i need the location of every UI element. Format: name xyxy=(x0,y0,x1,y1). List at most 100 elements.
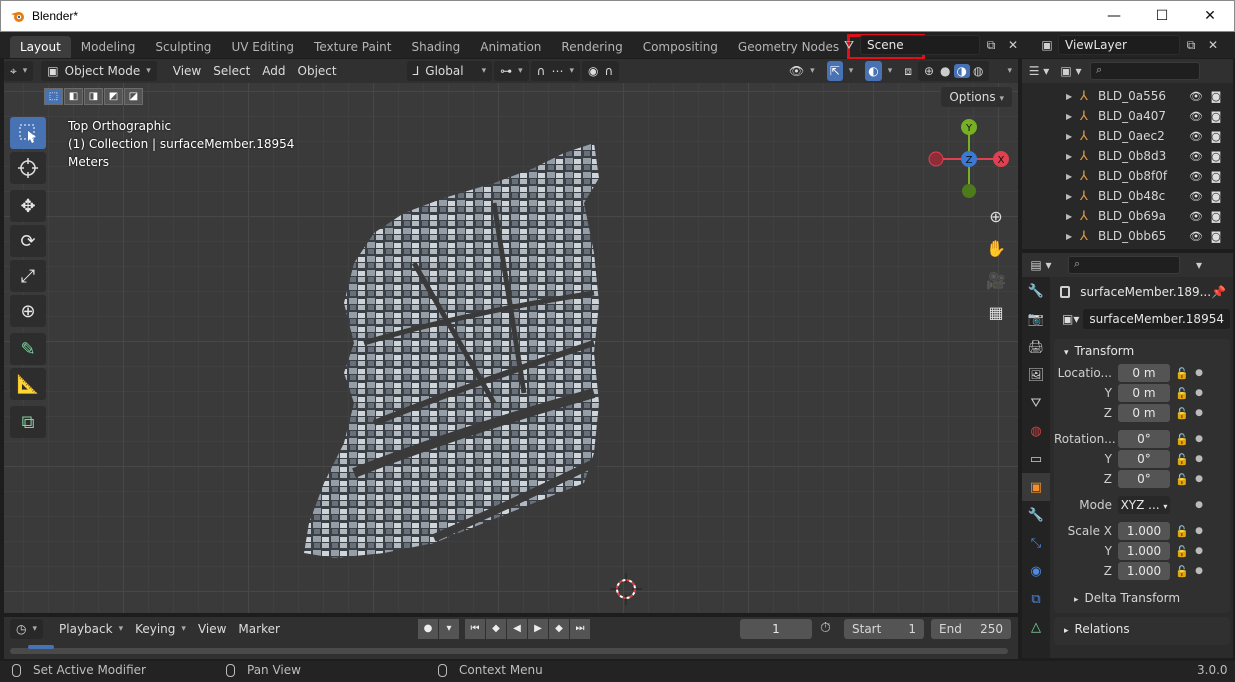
visibility-button[interactable]: 👁 ▾ xyxy=(783,61,821,81)
keyframe-dot-icon[interactable]: ● xyxy=(1194,368,1204,378)
camera-render-icon[interactable]: ◙ xyxy=(1206,110,1226,123)
world-tab-icon[interactable]: ◍ xyxy=(1022,417,1050,445)
data-tab-icon[interactable]: △ xyxy=(1022,613,1050,641)
gizmo-toggle[interactable]: ⇱ ▾ xyxy=(821,61,860,81)
eye-icon[interactable]: 👁 xyxy=(1186,130,1206,143)
camera-render-icon[interactable]: ◙ xyxy=(1206,130,1226,143)
lock-icon[interactable]: 🔓 xyxy=(1170,367,1194,380)
shading-options-dropdown[interactable]: ▾ xyxy=(995,61,1018,81)
location-y-field[interactable]: 0 m xyxy=(1118,384,1170,402)
tab-geometry-nodes[interactable]: Geometry Nodes xyxy=(728,36,849,58)
eye-icon[interactable]: 👁 xyxy=(1186,170,1206,183)
current-frame-field[interactable]: 1 xyxy=(740,619,812,639)
record-icon[interactable]: ● xyxy=(418,619,438,639)
expand-arrow-icon[interactable]: ▶ xyxy=(1066,192,1080,201)
expand-arrow-icon[interactable]: ▶ xyxy=(1066,152,1080,161)
location-z-field[interactable]: 0 m xyxy=(1118,404,1170,422)
view-layer-tab-icon[interactable]: 🖼 xyxy=(1022,361,1050,389)
options-dropdown[interactable]: Options ▾ xyxy=(941,87,1012,107)
object-tab-icon[interactable]: ▣ xyxy=(1022,473,1050,501)
new-view-layer-icon[interactable]: ⧉ xyxy=(1180,35,1202,55)
rotation-y-field[interactable]: 0° xyxy=(1118,450,1170,468)
add-cube-tool[interactable]: ⧉ xyxy=(10,406,46,438)
pivot-point-button[interactable]: ⊶ ▾ xyxy=(494,61,529,81)
eye-icon[interactable]: 👁 xyxy=(1186,150,1206,163)
lock-icon[interactable]: 🔓 xyxy=(1170,545,1194,558)
physics-tab-icon[interactable]: ◉ xyxy=(1022,557,1050,585)
lock-icon[interactable]: 🔓 xyxy=(1170,407,1194,420)
expand-arrow-icon[interactable]: ▶ xyxy=(1066,132,1080,141)
outliner-row[interactable]: ▶ ⅄ BLD_0b8f0f 👁 ◙ xyxy=(1022,166,1233,186)
tab-rendering[interactable]: Rendering xyxy=(551,36,632,58)
outliner-editor-type-icon[interactable]: ☰ ▾ xyxy=(1028,61,1050,81)
tab-animation[interactable]: Animation xyxy=(470,36,551,58)
proportional-edit-button[interactable]: ◉ ∩ xyxy=(581,61,620,81)
cursor-tool[interactable] xyxy=(10,152,46,184)
3d-viewport[interactable]: ⬚ ◧ ◨ ◩ ◪ Options ▾ Top Orthographic (1)… xyxy=(4,83,1018,613)
keyframe-dot-icon[interactable]: ● xyxy=(1194,434,1204,444)
scene-icon[interactable]: ⛛ xyxy=(838,35,860,55)
rotation-mode-dropdown[interactable]: XYZ ... ▾ xyxy=(1118,496,1170,514)
transform-orientation-dropdown[interactable]: ⅃ Global ▾ xyxy=(406,61,493,81)
prev-keyframe-icon[interactable]: ◆ xyxy=(486,619,506,639)
annotate-tool[interactable]: ✎ xyxy=(10,333,46,365)
next-keyframe-icon[interactable]: ◆ xyxy=(549,619,569,639)
menu-timeline-view[interactable]: View xyxy=(192,619,232,639)
lock-icon[interactable]: 🔓 xyxy=(1170,453,1194,466)
mode-dropdown[interactable]: ▣ Object Mode ▾ xyxy=(41,61,157,81)
object-browse-icon[interactable]: ▣▾ xyxy=(1062,312,1079,326)
delete-scene-icon[interactable]: ✕ xyxy=(1002,35,1024,55)
menu-view[interactable]: View xyxy=(167,61,207,81)
select-invert-icon[interactable]: ◩ xyxy=(104,88,123,105)
outliner-row[interactable]: ▶ ⅄ BLD_0b48c 👁 ◙ xyxy=(1022,186,1233,206)
camera-render-icon[interactable]: ◙ xyxy=(1206,170,1226,183)
stopwatch-icon[interactable]: ⏱ xyxy=(820,620,831,636)
expand-arrow-icon[interactable]: ▶ xyxy=(1066,92,1080,101)
tab-uv-editing[interactable]: UV Editing xyxy=(221,36,304,58)
collection-tab-icon[interactable]: ▭ xyxy=(1022,445,1050,473)
view-layer-name-field[interactable]: ViewLayer xyxy=(1058,35,1180,55)
output-tab-icon[interactable]: 🖨 xyxy=(1022,333,1050,361)
jump-end-icon[interactable]: ⏭ xyxy=(570,619,590,639)
camera-icon[interactable]: 🎥 xyxy=(983,267,1009,293)
wireframe-shading-icon[interactable]: ⊕ xyxy=(921,64,937,78)
tab-modeling[interactable]: Modeling xyxy=(71,36,146,58)
scale-x-field[interactable]: 1.000 xyxy=(1118,522,1170,540)
expand-arrow-icon[interactable]: ▶ xyxy=(1066,172,1080,181)
object-name-field[interactable]: surfaceMember.18954 xyxy=(1083,309,1230,329)
scale-tool[interactable]: ⤢ xyxy=(10,260,46,292)
delete-view-layer-icon[interactable]: ✕ xyxy=(1202,35,1224,55)
material-preview-shading-icon[interactable]: ◑ xyxy=(953,64,970,78)
editor-type-button[interactable]: ⌖ ▾ xyxy=(4,61,34,81)
keyframe-dot-icon[interactable]: ● xyxy=(1194,566,1204,576)
eye-icon[interactable]: 👁 xyxy=(1186,90,1206,103)
lock-icon[interactable]: 🔓 xyxy=(1170,525,1194,538)
pin-icon[interactable]: 📌 xyxy=(1211,285,1226,299)
jump-start-icon[interactable]: ⏮ xyxy=(465,619,485,639)
lock-icon[interactable]: 🔓 xyxy=(1170,387,1194,400)
play-icon[interactable]: ▶ xyxy=(528,619,548,639)
scene-name-field[interactable]: Scene xyxy=(860,35,980,55)
menu-select[interactable]: Select xyxy=(207,61,256,81)
eye-icon[interactable]: 👁 xyxy=(1186,190,1206,203)
rotation-z-field[interactable]: 0° xyxy=(1118,470,1170,488)
snap-button[interactable]: ∩ ⋯ ▾ xyxy=(530,61,580,81)
constraints-tab-icon[interactable]: ⧉ xyxy=(1022,585,1050,613)
view-layer-icon[interactable]: ▣ xyxy=(1036,35,1058,55)
menu-object[interactable]: Object xyxy=(292,61,343,81)
end-frame-field[interactable]: End 250 xyxy=(931,619,1011,639)
outliner-row[interactable]: ▶ ⅄ BLD_0aec2 👁 ◙ xyxy=(1022,126,1233,146)
zoom-icon[interactable]: ⊕ xyxy=(983,203,1009,229)
keyframe-dot-icon[interactable]: ● xyxy=(1194,454,1204,464)
expand-arrow-icon[interactable]: ▶ xyxy=(1066,112,1080,121)
transform-panel-header[interactable]: ▾ Transform xyxy=(1054,339,1230,363)
select-subtract-icon[interactable]: ◨ xyxy=(84,88,103,105)
delta-transform-subpanel[interactable]: ▸ Delta Transform xyxy=(1054,587,1230,609)
tool-tab-icon[interactable]: 🔧 xyxy=(1022,277,1050,305)
expand-arrow-icon[interactable]: ▶ xyxy=(1066,212,1080,221)
close-window-button[interactable]: ✕ xyxy=(1186,1,1234,31)
lock-icon[interactable]: 🔓 xyxy=(1170,433,1194,446)
minimize-button[interactable]: — xyxy=(1090,1,1138,31)
navigation-gizmo[interactable]: Y X Z xyxy=(924,117,1014,207)
new-scene-icon[interactable]: ⧉ xyxy=(980,35,1002,55)
